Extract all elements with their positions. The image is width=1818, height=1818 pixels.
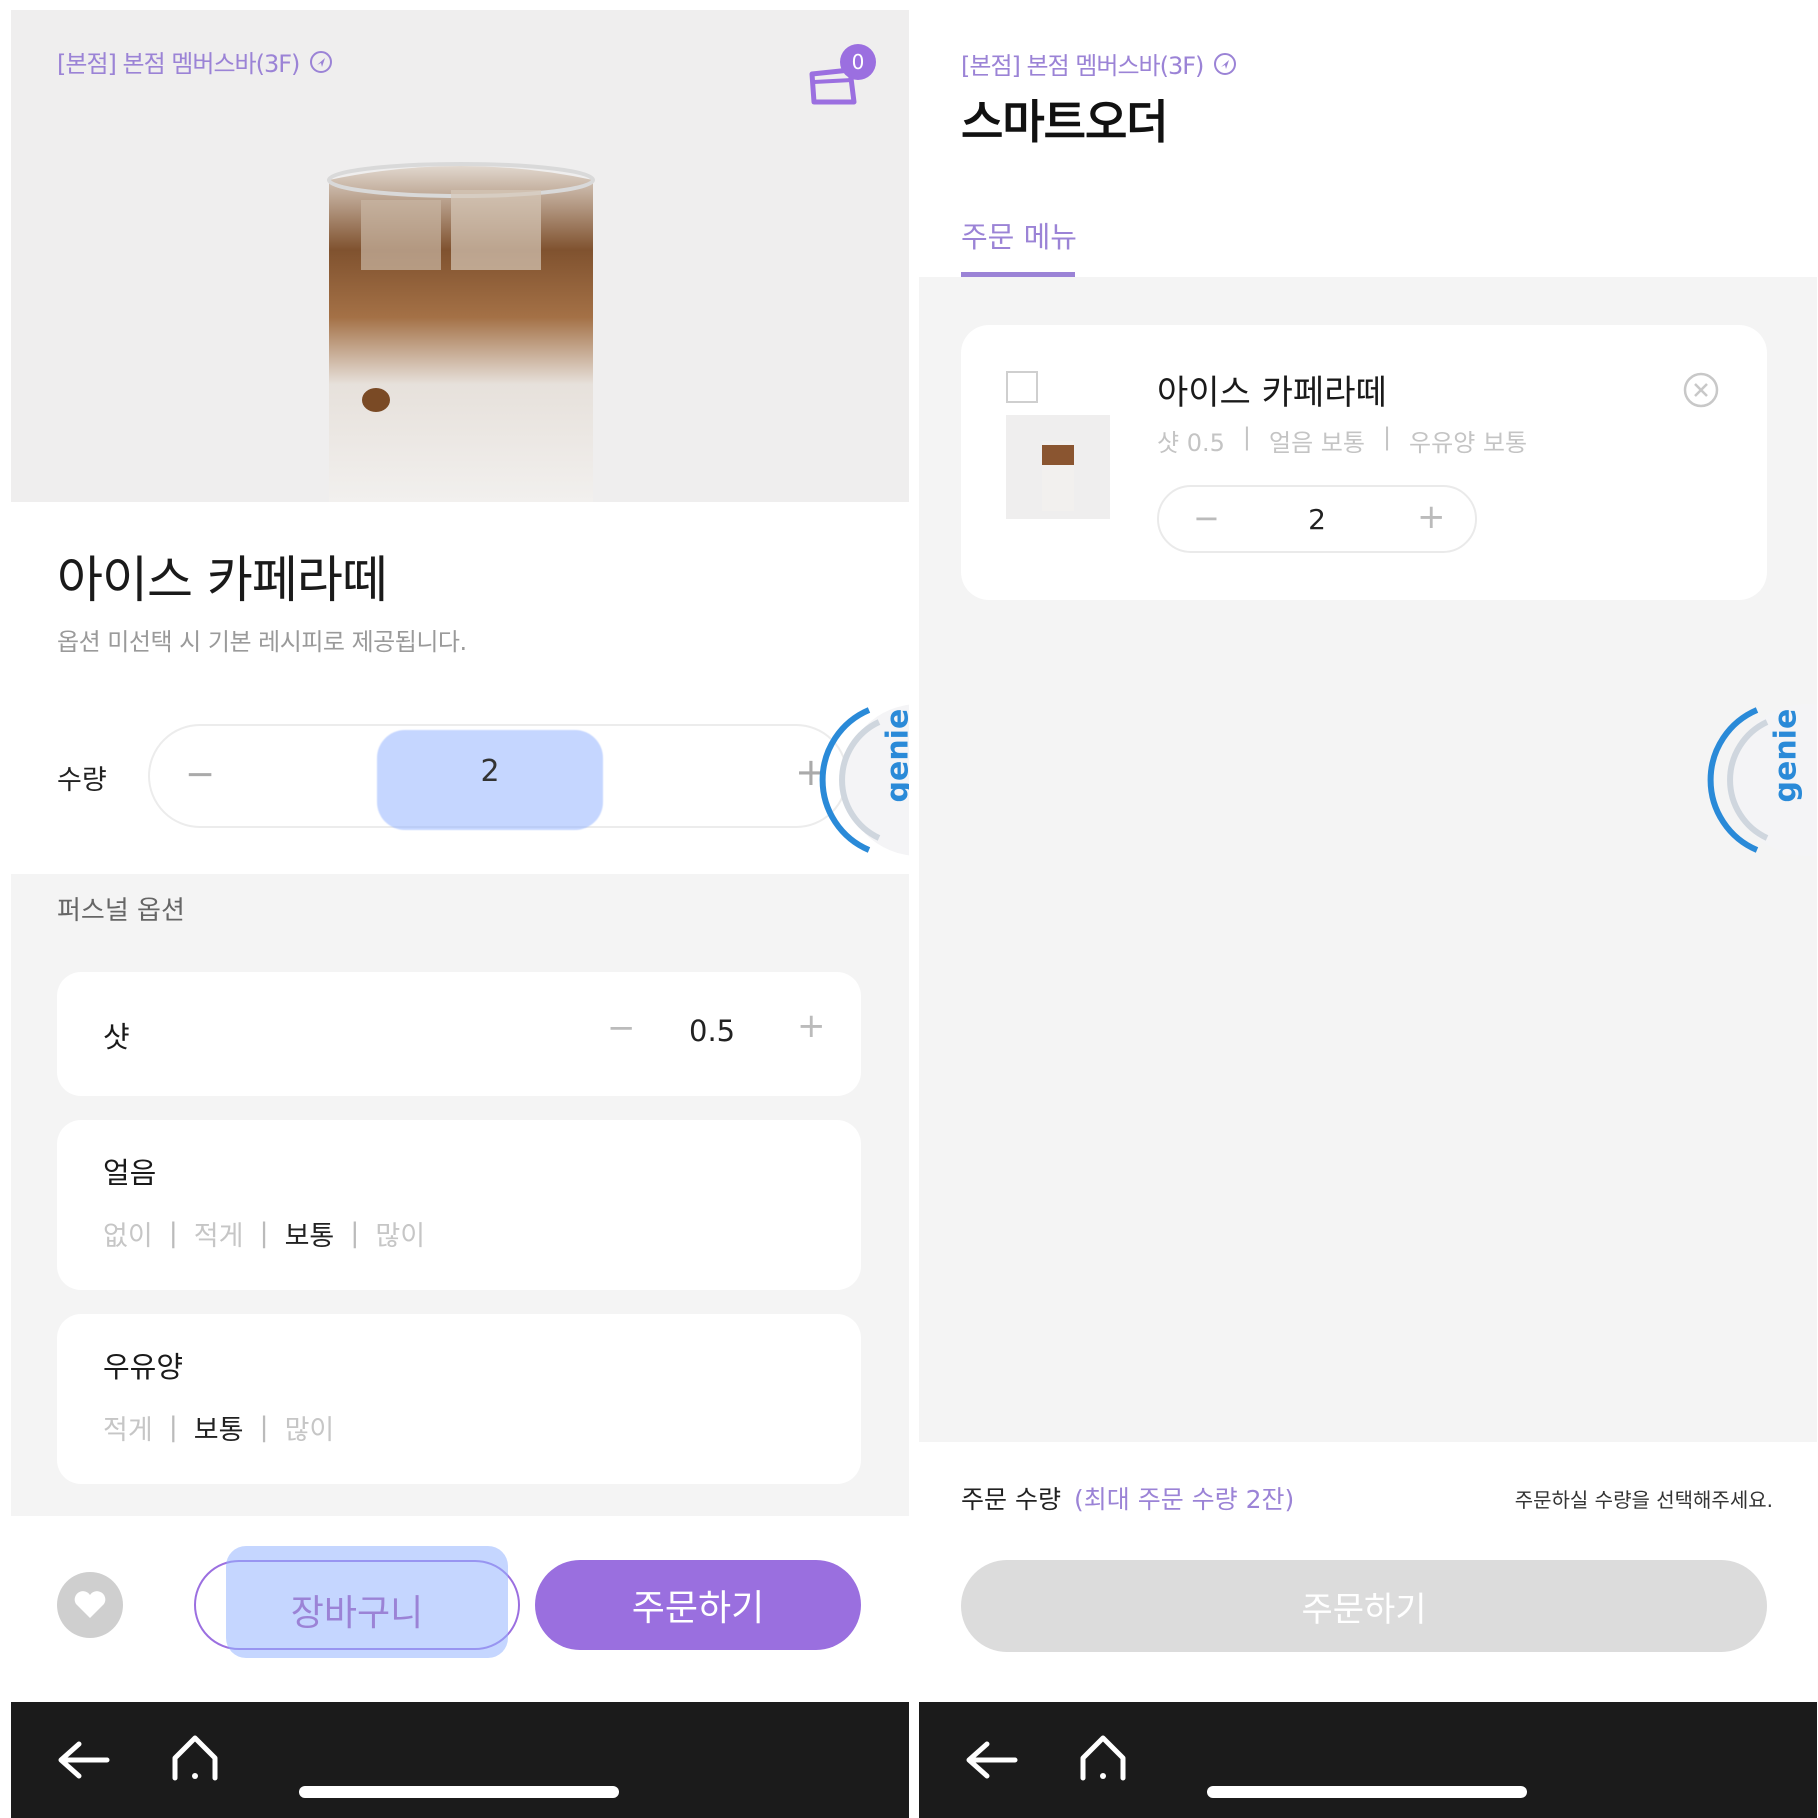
item-quantity-increase-button[interactable]: + xyxy=(1417,497,1446,537)
ice-option-title: 얼음 xyxy=(103,1156,157,1190)
system-nav-bar xyxy=(11,1702,909,1818)
home-gesture-bar[interactable] xyxy=(1207,1786,1527,1798)
product-title: 아이스 카페라떼 xyxy=(57,551,388,609)
store-name: [본점] 본점 멤버스바(3F) xyxy=(961,52,1204,80)
separator: | xyxy=(168,1218,178,1249)
milk-choice-normal[interactable]: 보통 xyxy=(194,1408,244,1447)
product-detail-screen: [본점] 본점 멤버스바(3F) 0 아이스 카페라떼 옵션 미선택 시 기본 … xyxy=(11,10,909,1818)
cart-count-badge: 0 xyxy=(840,44,876,80)
back-arrow-icon[interactable] xyxy=(55,1738,111,1782)
screenshot-root: [본점] 본점 멤버스바(3F) 0 아이스 카페라떼 옵션 미선택 시 기본 … xyxy=(0,0,1818,1818)
item-name: 아이스 카페라떼 xyxy=(1157,373,1387,413)
store-name: [본점] 본점 멤버스바(3F) xyxy=(57,50,300,78)
genie-label: genie xyxy=(880,708,910,803)
store-location-link[interactable]: [본점] 본점 멤버스바(3F) xyxy=(961,46,1237,81)
ice-option-card: 얼음 없이 | 적게 | 보통 | 많이 xyxy=(57,1120,861,1290)
shot-decrease-button[interactable]: − xyxy=(607,1008,636,1048)
home-gesture-bar[interactable] xyxy=(299,1786,619,1798)
milk-option-choices: 적게 | 보통 | 많이 xyxy=(103,1408,334,1447)
milk-option-card: 우유양 적게 | 보통 | 많이 xyxy=(57,1314,861,1484)
product-image xyxy=(327,162,595,502)
location-arrow-icon xyxy=(1214,52,1237,75)
quantity-value: 2 xyxy=(480,754,500,789)
ice-choice-normal[interactable]: 보통 xyxy=(285,1214,335,1253)
ice-choice-none[interactable]: 없이 xyxy=(103,1214,153,1253)
genie-label: genie xyxy=(1768,708,1804,803)
add-to-cart-label: 장바구니 xyxy=(290,1593,424,1634)
quantity-decrease-button[interactable]: − xyxy=(180,754,220,795)
store-location-link[interactable]: [본점] 본점 멤버스바(3F) xyxy=(57,44,333,79)
genie-floating-button[interactable]: genie xyxy=(1707,700,1817,860)
milk-choice-less[interactable]: 적게 xyxy=(103,1408,153,1447)
item-select-checkbox[interactable] xyxy=(1006,371,1038,403)
product-hero xyxy=(11,10,909,502)
item-quantity-stepper: − 2 + xyxy=(1157,485,1477,553)
order-button-disabled[interactable]: 주문하기 xyxy=(961,1560,1767,1652)
separator: | xyxy=(1382,423,1392,451)
separator: | xyxy=(350,1218,360,1249)
back-arrow-icon[interactable] xyxy=(963,1738,1019,1782)
order-quantity-max: (최대 주문 수량 2잔) xyxy=(1074,1485,1295,1514)
order-item-card: 아이스 카페라떼 샷 0.5 | 얼음 보통 | 우유양 보통 − 2 + xyxy=(961,325,1767,600)
smart-order-screen: [본점] 본점 멤버스바(3F) 스마트오더 주문 메뉴 아이스 카페라떼 샷 … xyxy=(919,10,1817,1818)
system-nav-bar xyxy=(919,1702,1817,1818)
tab-order-menu[interactable]: 주문 메뉴 xyxy=(961,214,1077,256)
milk-choice-more[interactable]: 많이 xyxy=(285,1408,335,1447)
separator: | xyxy=(168,1412,178,1443)
item-option-ice: 얼음 보통 xyxy=(1268,429,1365,457)
genie-floating-button[interactable]: genie xyxy=(819,700,909,860)
home-icon[interactable] xyxy=(1077,1732,1129,1782)
cart-button[interactable]: 0 xyxy=(806,40,876,110)
shot-option-title: 샷 xyxy=(103,1020,130,1054)
ice-choice-less[interactable]: 적게 xyxy=(194,1214,244,1253)
ice-option-choices: 없이 | 적게 | 보통 | 많이 xyxy=(103,1214,425,1253)
add-to-cart-button[interactable]: 장바구니 xyxy=(194,1546,520,1658)
shot-increase-button[interactable]: + xyxy=(797,1006,826,1046)
location-arrow-icon xyxy=(310,50,333,73)
separator: | xyxy=(259,1218,269,1249)
home-icon[interactable] xyxy=(169,1732,221,1782)
item-option-milk: 우유양 보통 xyxy=(1409,429,1528,457)
personal-options-header: 퍼스널 옵션 xyxy=(11,874,909,934)
product-description: 옵션 미선택 시 기본 레시피로 제공됩니다. xyxy=(57,628,467,656)
favorite-button[interactable] xyxy=(57,1572,123,1638)
milk-option-title: 우유양 xyxy=(103,1350,184,1384)
separator: | xyxy=(259,1412,269,1443)
separator: | xyxy=(1242,423,1251,451)
quantity-label: 수량 xyxy=(57,765,107,796)
page-title: 스마트오더 xyxy=(961,95,1169,149)
personal-options-title: 퍼스널 옵션 xyxy=(57,896,185,926)
order-button[interactable]: 주문하기 xyxy=(535,1560,861,1650)
item-thumbnail xyxy=(1006,415,1110,519)
item-options: 샷 0.5 | 얼음 보통 | 우유양 보통 xyxy=(1157,423,1527,458)
quantity-stepper: − 2 + xyxy=(148,724,848,830)
heart-icon xyxy=(74,1591,106,1618)
ice-choice-more[interactable]: 많이 xyxy=(375,1214,425,1253)
order-quantity-label: 주문 수량 xyxy=(961,1485,1061,1514)
shot-value: 0.5 xyxy=(689,1014,736,1048)
order-quantity-hint: 주문하실 수량을 선택해주세요. xyxy=(1514,1488,1773,1512)
item-option-shot: 샷 0.5 xyxy=(1157,429,1225,457)
shot-option-card: 샷 − 0.5 + xyxy=(57,972,861,1096)
close-circle-icon[interactable] xyxy=(1682,371,1720,409)
